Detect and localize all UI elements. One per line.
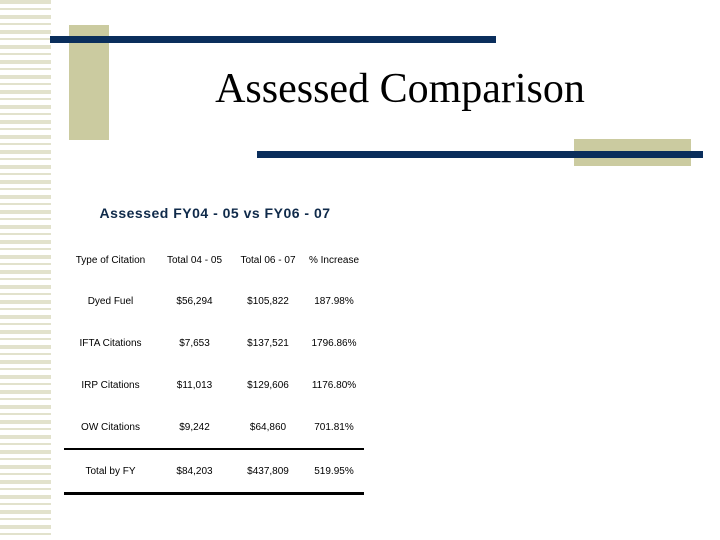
cell-type: Dyed Fuel [87,295,134,307]
cell-type: IRP Citations [81,379,140,391]
cell-percent-increase: 1796.86% [311,337,357,349]
cell-type: Total by FY [64,449,157,495]
cell-percent-increase: 519.95% [304,449,364,495]
cell-percent-increase: 701.81% [304,406,364,450]
cell-percent-increase: 187.98% [314,295,354,307]
cell-total-04-05: $7,653 [179,337,210,349]
decorative-navy-bar-bottom [257,151,703,158]
cell-type: IFTA Citations [79,337,142,349]
table-subtitle: Assessed FY04 - 05 vs FY06 - 07 [99,205,331,221]
header-percent-increase: % Increase [308,254,360,266]
cell-total-04-05: $56,294 [176,295,213,307]
cell-total-04-05: $11,013 [176,379,213,391]
assessed-comparison-table: Type of Citation Total 04 - 05 Total 06 … [64,240,364,495]
slide-title: Assessed Comparison [215,66,585,112]
table-row: IFTA Citations $7,653 $137,521 1796.86% [64,322,364,364]
cell-type: OW Citations [64,406,157,450]
table-row: IRP Citations $11,013 $129,606 1176.80% [64,364,364,406]
cell-total-06-07: $137,521 [247,337,289,349]
cell-total-06-07: $437,809 [232,449,304,495]
cell-total-04-05: $9,242 [157,406,232,450]
table-total-row: Total by FY $84,203 $437,809 519.95% [64,449,364,495]
table-row: OW Citations $9,242 $64,860 701.81% [64,406,364,450]
decorative-navy-bar-top [50,36,496,43]
cell-total-04-05: $84,203 [157,449,232,495]
header-total-04-05: Total 04 - 05 [166,254,223,266]
cell-percent-increase: 1176.80% [311,379,357,391]
table-header-row: Type of Citation Total 04 - 05 Total 06 … [64,240,364,280]
decorative-stripes [0,0,51,540]
header-total-06-07: Total 06 - 07 [240,254,296,266]
header-type-of-citation: Type of Citation [75,254,146,266]
table-row: Dyed Fuel $56,294 $105,822 187.98% [64,280,364,322]
cell-total-06-07: $64,860 [232,406,304,450]
cell-total-06-07: $105,822 [247,295,289,307]
cell-total-06-07: $129,606 [247,379,289,391]
